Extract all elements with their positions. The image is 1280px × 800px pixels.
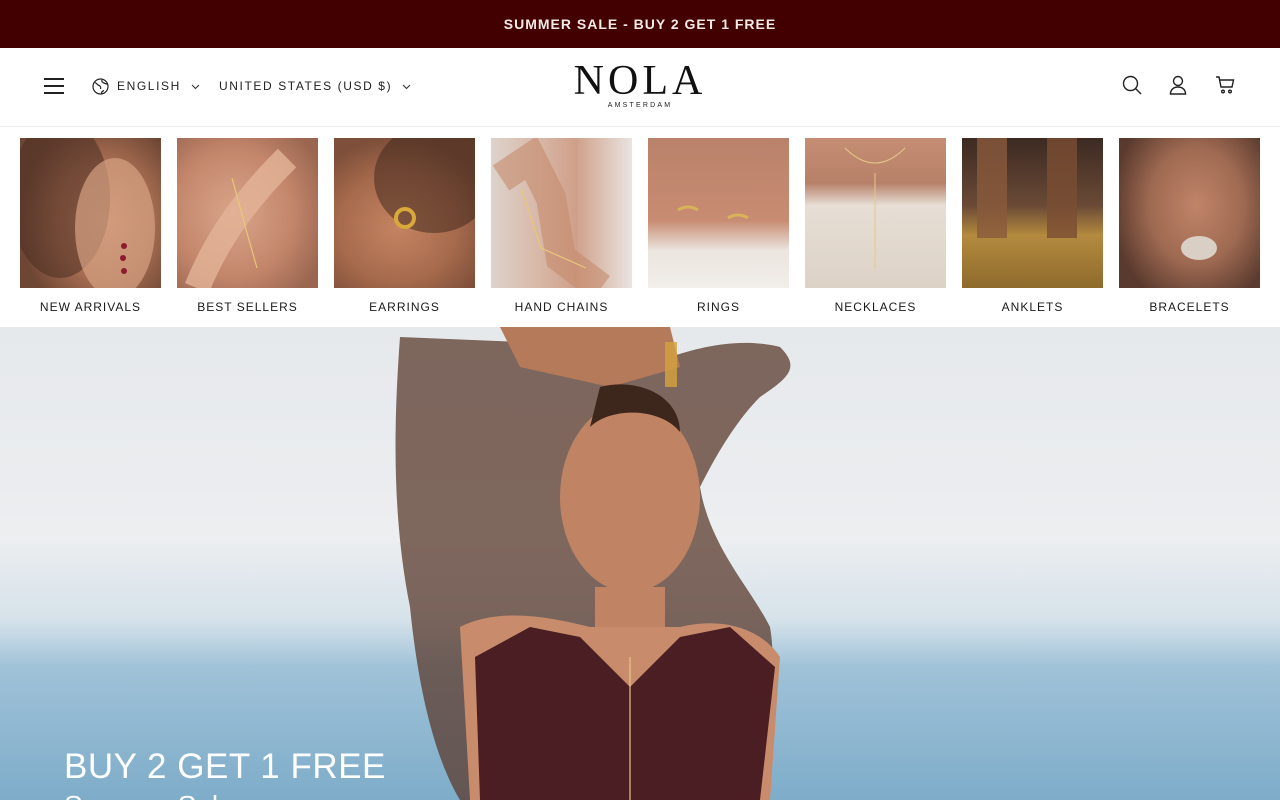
category-image (20, 138, 161, 288)
site-logo[interactable]: NOLA AMSTERDAM (540, 58, 740, 120)
category-strip: NEW ARRIVALS BEST SELLERS EARRINGS HAND … (0, 127, 1280, 327)
search-icon[interactable] (1121, 74, 1143, 96)
category-anklets[interactable]: ANKLETS (962, 138, 1103, 314)
chevron-down-icon (402, 82, 411, 91)
category-label: BEST SELLERS (197, 300, 298, 314)
category-necklaces[interactable]: NECKLACES (805, 138, 946, 314)
category-label: BRACELETS (1149, 300, 1230, 314)
menu-icon[interactable] (44, 78, 66, 94)
cart-icon[interactable] (1214, 74, 1236, 96)
category-label: NEW ARRIVALS (39, 300, 142, 314)
hero-title: BUY 2 GET 1 FREE (64, 747, 386, 786)
site-header: ENGLISH UNITED STATES (USD $) NOLA AMSTE… (0, 48, 1280, 127)
category-image (962, 138, 1103, 288)
hero-subtitle: Summer Sale (64, 789, 386, 800)
category-image (491, 138, 632, 288)
category-bracelets[interactable]: BRACELETS (1119, 138, 1260, 314)
language-label: ENGLISH (117, 79, 181, 93)
category-image (1119, 138, 1260, 288)
logo-subtitle: AMSTERDAM (607, 102, 673, 109)
logo-wordmark: NOLA (573, 58, 707, 104)
currency-selector[interactable]: UNITED STATES (USD $) (219, 76, 411, 96)
category-image (805, 138, 946, 288)
hero-copy: BUY 2 GET 1 FREE Summer Sale (64, 747, 386, 800)
announcement-bar[interactable]: SUMMER SALE - BUY 2 GET 1 FREE (0, 0, 1280, 48)
category-hand-chains[interactable]: HAND CHAINS (491, 138, 632, 314)
currency-label: UNITED STATES (USD $) (219, 79, 393, 93)
category-image (177, 138, 318, 288)
category-rings[interactable]: RINGS (648, 138, 789, 314)
language-selector[interactable]: ENGLISH (92, 76, 200, 96)
category-image (334, 138, 475, 288)
category-earrings[interactable]: EARRINGS (334, 138, 475, 314)
category-new-arrivals[interactable]: NEW ARRIVALS (20, 138, 161, 314)
category-label: HAND CHAINS (514, 300, 609, 314)
category-image (648, 138, 789, 288)
category-label: NECKLACES (834, 300, 917, 314)
category-label: ANKLETS (1001, 300, 1064, 314)
hero-banner[interactable]: BUY 2 GET 1 FREE Summer Sale (0, 327, 1280, 800)
category-best-sellers[interactable]: BEST SELLERS (177, 138, 318, 314)
globe-icon (92, 77, 109, 95)
announcement-text: SUMMER SALE - BUY 2 GET 1 FREE (503, 16, 777, 32)
category-label: RINGS (696, 300, 740, 314)
category-label: EARRINGS (369, 300, 440, 314)
hero-image (395, 327, 791, 800)
account-icon[interactable] (1167, 74, 1189, 96)
chevron-down-icon (191, 82, 200, 91)
